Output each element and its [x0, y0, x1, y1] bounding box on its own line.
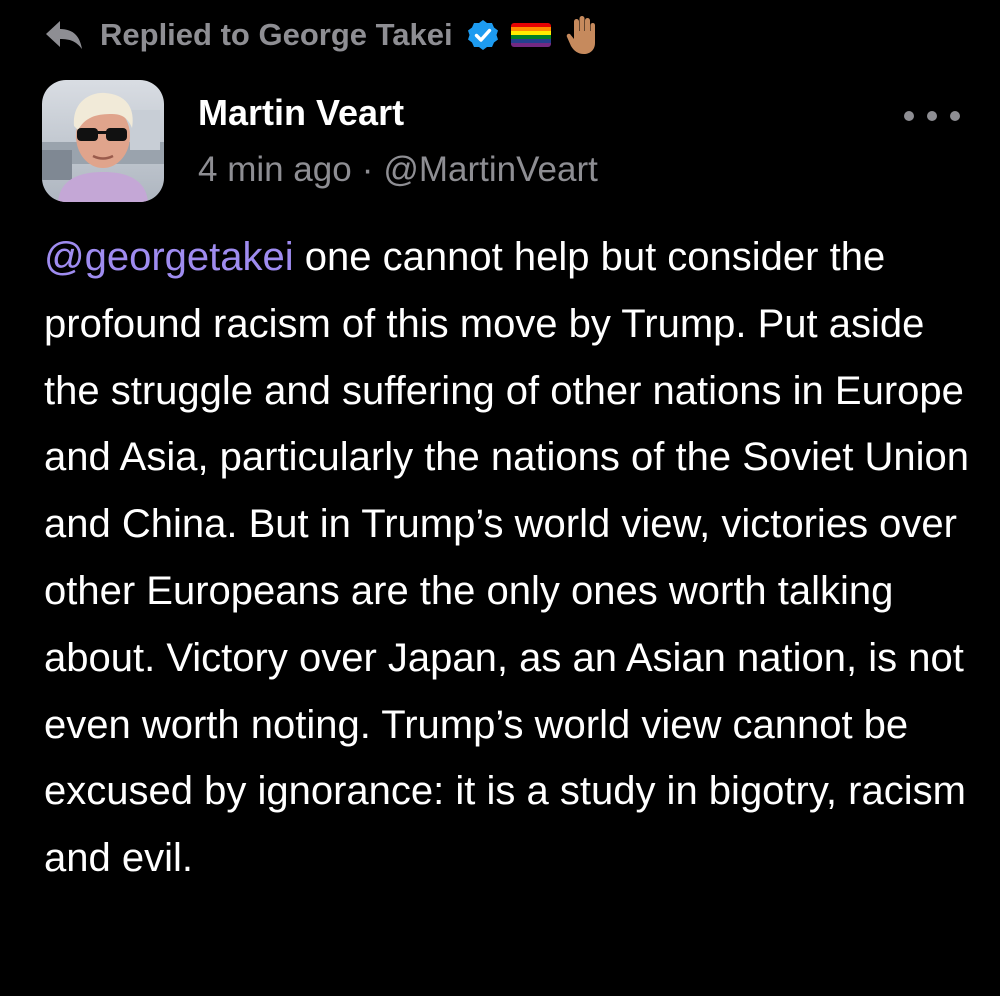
post-body-text: one cannot help but consider the profoun… [44, 235, 969, 881]
post-meta: 4 min ago · @MartinVeart [198, 150, 598, 190]
avatar[interactable] [42, 80, 164, 202]
author-name[interactable]: Martin Veart [198, 92, 404, 134]
replied-to-header[interactable]: Replied to George Takei [44, 14, 599, 56]
more-dot-icon [927, 111, 937, 121]
more-dot-icon [950, 111, 960, 121]
reply-target-name[interactable]: George Takei [258, 17, 452, 53]
more-options-button[interactable] [904, 104, 960, 128]
mention-link[interactable]: @georgetakei [44, 235, 294, 279]
author-handle[interactable]: @MartinVeart [383, 150, 598, 189]
reply-prefix: Replied to [100, 17, 250, 52]
verified-icon [467, 19, 499, 51]
more-dot-icon [904, 111, 914, 121]
meta-separator: · [361, 150, 374, 189]
post-text: @georgetakei one cannot help but conside… [44, 224, 984, 892]
post-timestamp: 4 min ago [198, 150, 352, 189]
reply-arrow-icon [44, 19, 84, 51]
rainbow-flag-icon [510, 23, 551, 47]
raised-hand-icon [565, 15, 599, 55]
